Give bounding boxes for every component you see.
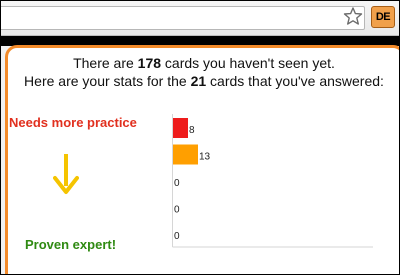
chart-bar xyxy=(173,118,188,138)
unseen-cards-text: There are 178 cards you haven't seen yet… xyxy=(8,55,399,71)
chart-data-label: 8 xyxy=(189,125,195,136)
chart-data-label: 0 xyxy=(174,231,180,242)
chart-bar xyxy=(173,144,198,165)
answered-text-after: cards that you've answered: xyxy=(206,73,384,89)
stats-bar-chart: 8 13 0 0 0 xyxy=(172,114,373,248)
answered-text-before: Here are your stats for the xyxy=(24,73,191,89)
chart-data-label: 0 xyxy=(174,205,180,216)
answered-count: 21 xyxy=(190,73,207,89)
browser-toolbar: DE xyxy=(1,1,399,36)
arrow-down-icon xyxy=(53,154,79,194)
unseen-count: 178 xyxy=(137,55,162,71)
chart-data-label: 13 xyxy=(199,152,211,163)
needs-practice-label: Needs more practice xyxy=(9,115,137,130)
address-bar[interactable] xyxy=(1,6,365,30)
unseen-text-after: cards you haven't seen yet. xyxy=(161,55,335,71)
chart-data-label: 0 xyxy=(174,178,180,189)
extension-badge-label: DE xyxy=(375,11,391,23)
browser-window: DE There are 178 cards you haven't seen … xyxy=(1,1,399,274)
extension-button[interactable]: DE xyxy=(371,6,395,28)
proven-expert-label: Proven expert! xyxy=(25,237,117,252)
star-icon[interactable] xyxy=(343,6,363,26)
stats-popup: There are 178 cards you haven't seen yet… xyxy=(5,45,399,274)
unseen-text-before: There are xyxy=(73,55,138,71)
answered-cards-text: Here are your stats for the 21 cards tha… xyxy=(8,73,399,89)
